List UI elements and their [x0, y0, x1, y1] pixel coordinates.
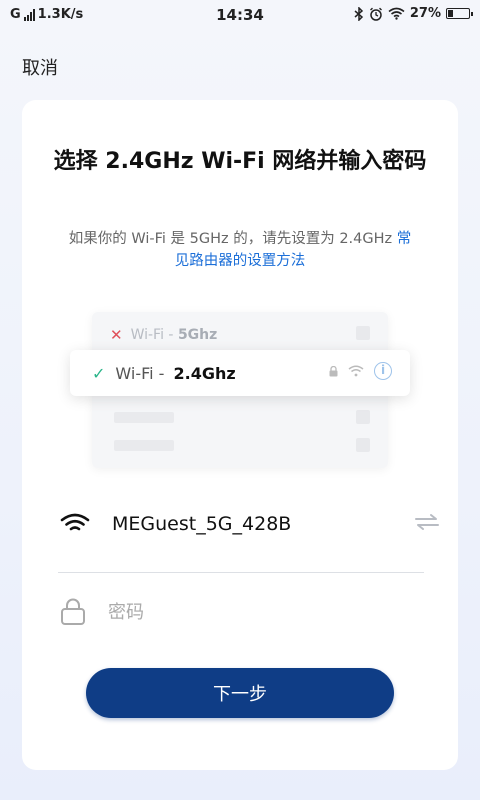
row-24g-prefix: Wi-Fi -: [115, 363, 170, 383]
password-input[interactable]: [106, 600, 410, 624]
illustration-row-5g: ✕ Wi-Fi - 5Ghz: [110, 326, 217, 344]
info-icon: i: [374, 362, 392, 380]
wifi-setup-card: 选择 2.4GHz Wi-Fi 网络并输入密码 如果你的 Wi-Fi 是 5GH…: [22, 100, 458, 770]
alarm-icon: [369, 7, 382, 21]
next-step-button[interactable]: 下一步: [86, 668, 394, 718]
network-row: MEGuest_5G_428B: [60, 504, 440, 544]
subtitle-text: 如果你的 Wi-Fi 是 5GHz 的，请先设置为 2.4GHz: [68, 231, 393, 247]
subtitle: 如果你的 Wi-Fi 是 5GHz 的，请先设置为 2.4GHz 常见路由器的设…: [22, 228, 458, 272]
cancel-button[interactable]: 取消: [22, 54, 58, 80]
row-5g-prefix: Wi-Fi -: [130, 327, 178, 343]
placeholder-icon: [356, 438, 370, 452]
status-right: 27%: [354, 6, 473, 21]
illustration-row-24g: ✓ Wi-Fi - 2.4Ghz i: [70, 350, 410, 396]
placeholder-bar: [114, 440, 174, 451]
battery-icon: [446, 8, 473, 19]
check-icon: ✓: [92, 363, 106, 383]
password-row: [60, 592, 440, 632]
status-bar: G 1.3K/s 14:34 27%: [0, 0, 480, 32]
page-title: 选择 2.4GHz Wi-Fi 网络并输入密码: [53, 149, 427, 174]
cross-icon: ✕: [110, 326, 123, 344]
row-24g-band: 2.4Ghz: [173, 363, 236, 383]
placeholder-bar: [114, 412, 174, 423]
lock-icon: [329, 365, 338, 376]
switch-network-icon[interactable]: [414, 512, 440, 532]
lock-icon: [61, 598, 85, 625]
wifi-icon: [60, 513, 90, 531]
wifi-signal-icon: [348, 365, 364, 377]
network-name: MEGuest_5G_428B: [112, 513, 292, 535]
bluetooth-icon: [354, 6, 363, 21]
placeholder-icon: [356, 410, 370, 424]
row-5g-band: 5Ghz: [177, 327, 218, 343]
battery-percent: 27%: [409, 6, 441, 21]
wifi-status-icon: [388, 7, 405, 20]
placeholder-icon: [356, 326, 370, 340]
divider: [58, 572, 424, 573]
